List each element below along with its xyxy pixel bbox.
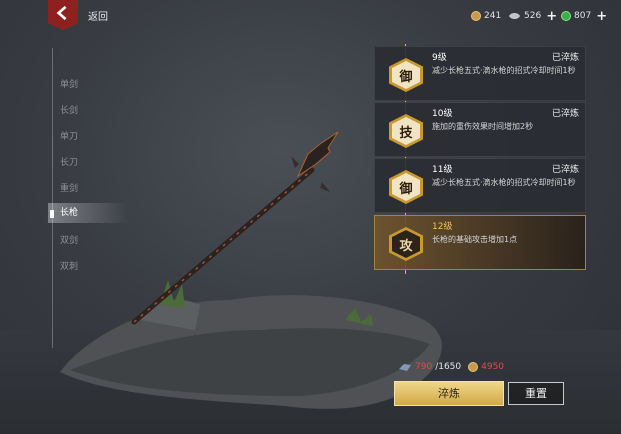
currency-jade: 807 + <box>561 10 607 23</box>
talent-level: 11级 <box>432 165 453 175</box>
talent-node-11[interactable]: 御 11级 已淬炼 减少长枪五式·滴水枪的招式冷却时间1秒 <box>374 158 586 213</box>
category-item[interactable]: 重剑 <box>60 181 78 194</box>
talent-description: 施加的重伤效果时间增加2秒 <box>432 122 534 131</box>
talent-status: 已淬炼 <box>551 53 579 63</box>
talent-badge: 攻 <box>389 227 423 261</box>
talent-description: 减少长枪五式·滴水枪的招式冷却时间1秒 <box>432 178 576 187</box>
back-label[interactable]: 返回 <box>88 8 108 23</box>
category-item[interactable]: 单剑 <box>60 77 78 90</box>
coin-cost: 4950 <box>481 362 505 372</box>
currency-value: 807 <box>574 11 592 21</box>
category-item[interactable]: 双刺 <box>60 259 78 272</box>
category-track <box>52 48 53 348</box>
talent-level: 9级 <box>432 53 447 63</box>
material-have: 790 <box>415 362 433 372</box>
talent-node-10[interactable]: 技 10级 已淬炼 施加的重伤效果时间增加2秒 <box>374 102 586 157</box>
chevron-left-icon <box>56 6 67 20</box>
talent-level: 12级 <box>432 222 453 232</box>
talent-level: 10级 <box>432 109 453 119</box>
copper-coin-icon <box>471 11 481 21</box>
talent-node-12[interactable]: 攻 12级 长枪的基础攻击增加1点 <box>374 215 586 270</box>
currency-copper: 241 <box>471 11 501 21</box>
copper-coin-icon <box>468 362 479 372</box>
talent-description: 减少长枪五式·滴水枪的招式冷却时间1秒 <box>432 66 576 75</box>
talent-badge: 技 <box>389 114 423 148</box>
talent-status: 已淬炼 <box>551 165 579 175</box>
reset-button[interactable]: 重置 <box>508 382 564 405</box>
silver-ingot-icon <box>509 13 520 19</box>
rock-island <box>60 280 442 409</box>
refine-button[interactable]: 淬炼 <box>394 381 504 406</box>
add-silver-button[interactable]: + <box>546 10 557 23</box>
category-item[interactable]: 双剑 <box>60 233 78 246</box>
talent-status: 已淬炼 <box>551 109 579 119</box>
talent-badge: 御 <box>389 170 423 204</box>
currency-value: 526 <box>524 11 542 21</box>
talent-node-9[interactable]: 御 9级 已淬炼 减少长枪五式·滴水枪的招式冷却时间1秒 <box>374 46 586 101</box>
jade-gem-icon <box>561 11 571 21</box>
add-jade-button[interactable]: + <box>596 10 607 23</box>
spear <box>131 131 339 325</box>
category-item-active[interactable]: 长枪 <box>48 203 128 223</box>
material-icon <box>399 364 411 371</box>
material-need: /1650 <box>435 362 462 372</box>
talent-badge: 御 <box>389 58 423 92</box>
refine-cost: 790/1650 4950 <box>398 362 504 372</box>
category-item[interactable]: 长刀 <box>60 155 78 168</box>
talent-description: 长枪的基础攻击增加1点 <box>432 235 518 244</box>
currency-value: 241 <box>484 11 502 21</box>
category-item[interactable]: 单刀 <box>60 129 78 142</box>
currency-silver: 526 + <box>508 10 557 23</box>
category-item[interactable]: 长剑 <box>60 103 78 116</box>
